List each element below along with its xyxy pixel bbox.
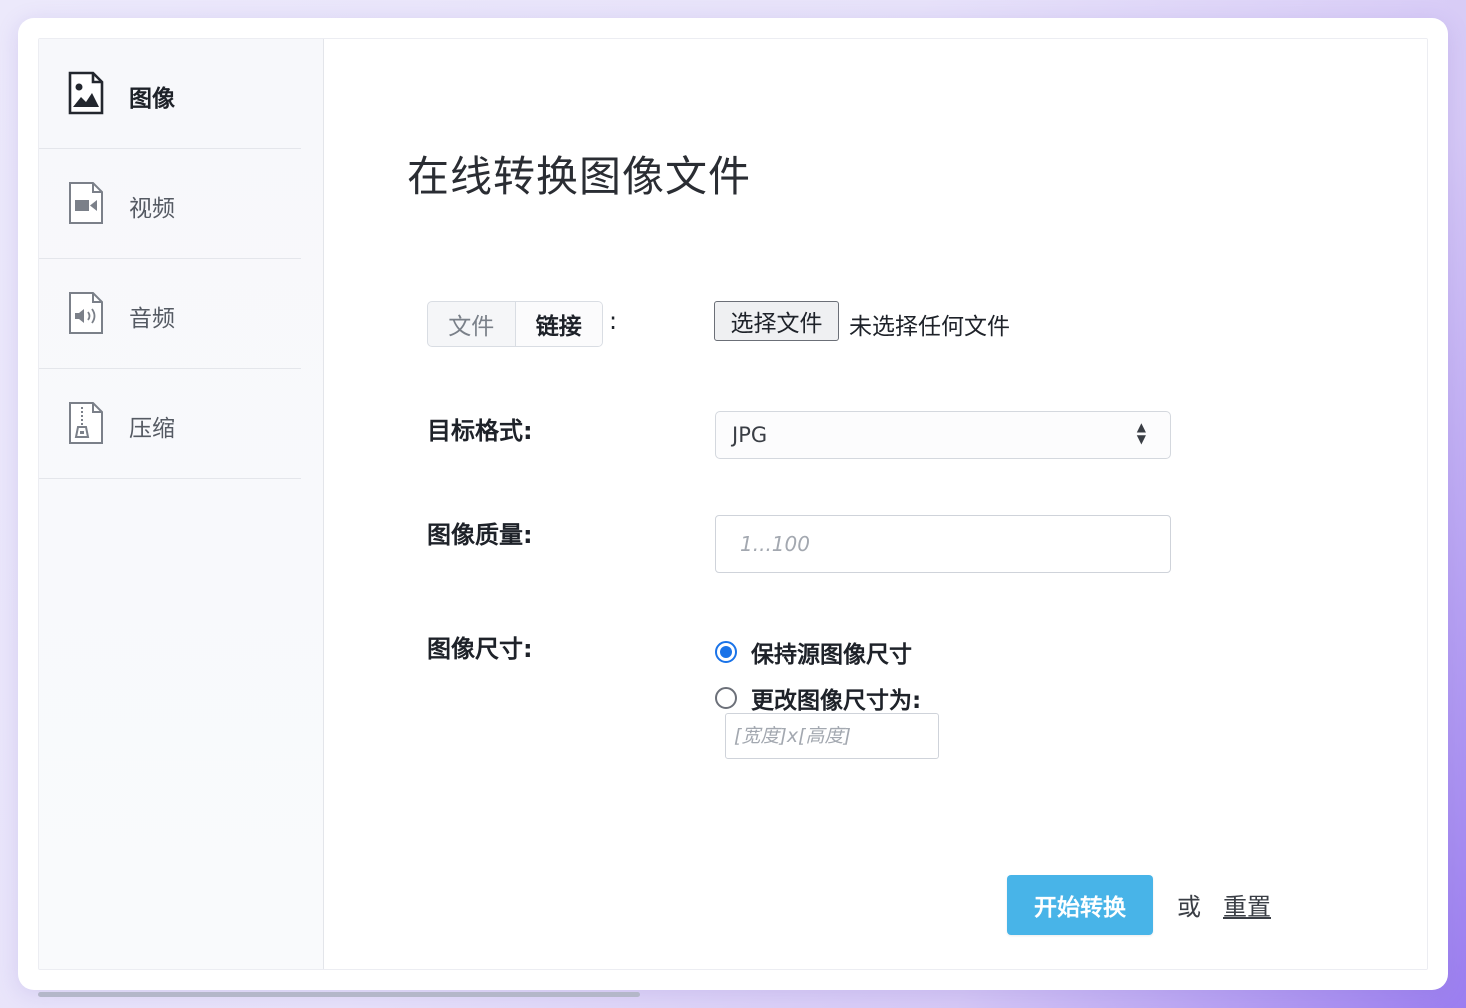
- file-status-text: 未选择任何文件: [849, 314, 1010, 340]
- converter-frame: 图像 视频 音频 压缩 在线转换图像文件 文件 链接: 选择文件 未选择任何文…: [38, 38, 1428, 970]
- source-tabs: 文件 链接: [427, 301, 603, 347]
- radio-change-size[interactable]: [715, 687, 737, 709]
- tab-file[interactable]: 文件: [428, 302, 515, 346]
- size-option-label: 保持源图像尺寸: [751, 642, 912, 668]
- target-format-select[interactable]: JPG ▲ ▼: [715, 411, 1171, 459]
- sidebar-item-label: 视频: [129, 196, 175, 222]
- sidebar-item-label: 压缩: [129, 416, 175, 442]
- size-dimensions-input[interactable]: [725, 713, 939, 759]
- image-quality-label: 图像质量:: [427, 521, 533, 549]
- size-option-keep[interactable]: 保持源图像尺寸: [715, 635, 912, 669]
- start-convert-button[interactable]: 开始转换: [1007, 875, 1153, 935]
- sidebar-item-archive[interactable]: 压缩: [39, 369, 301, 479]
- radio-keep-size[interactable]: [715, 641, 737, 663]
- audio-file-icon: [69, 292, 103, 334]
- reset-link[interactable]: 重置: [1223, 887, 1271, 922]
- source-colon: :: [609, 307, 618, 335]
- horizontal-scrollbar[interactable]: [38, 992, 640, 997]
- video-file-icon: [69, 182, 103, 224]
- converter-card: 图像 视频 音频 压缩 在线转换图像文件 文件 链接: 选择文件 未选择任何文…: [18, 18, 1448, 990]
- or-text: 或: [1177, 893, 1201, 921]
- sidebar-item-video[interactable]: 视频: [39, 149, 301, 259]
- target-format-value: JPG: [732, 423, 768, 447]
- sidebar-item-label: 音频: [129, 306, 175, 332]
- image-size-label: 图像尺寸:: [427, 635, 533, 663]
- image-quality-input[interactable]: [715, 515, 1171, 573]
- sidebar-item-label: 图像: [129, 86, 175, 112]
- page-title: 在线转换图像文件: [407, 152, 752, 201]
- target-format-label: 目标格式:: [427, 417, 533, 445]
- sidebar-item-image[interactable]: 图像: [39, 39, 301, 149]
- archive-file-icon: [69, 402, 103, 444]
- sidebar: 图像 视频 音频 压缩: [39, 39, 324, 969]
- choose-file-button[interactable]: 选择文件: [714, 301, 839, 341]
- size-option-label: 更改图像尺寸为:: [751, 688, 922, 714]
- tab-link[interactable]: 链接: [514, 302, 602, 346]
- size-option-change[interactable]: 更改图像尺寸为:: [715, 681, 921, 715]
- main-panel: 在线转换图像文件 文件 链接 : 选择文件 未选择任何文件 目标格式: JPG …: [325, 39, 1427, 969]
- select-arrows-icon: ▲ ▼: [1136, 420, 1146, 446]
- image-file-icon: [68, 71, 104, 115]
- sidebar-item-audio[interactable]: 音频: [39, 259, 301, 369]
